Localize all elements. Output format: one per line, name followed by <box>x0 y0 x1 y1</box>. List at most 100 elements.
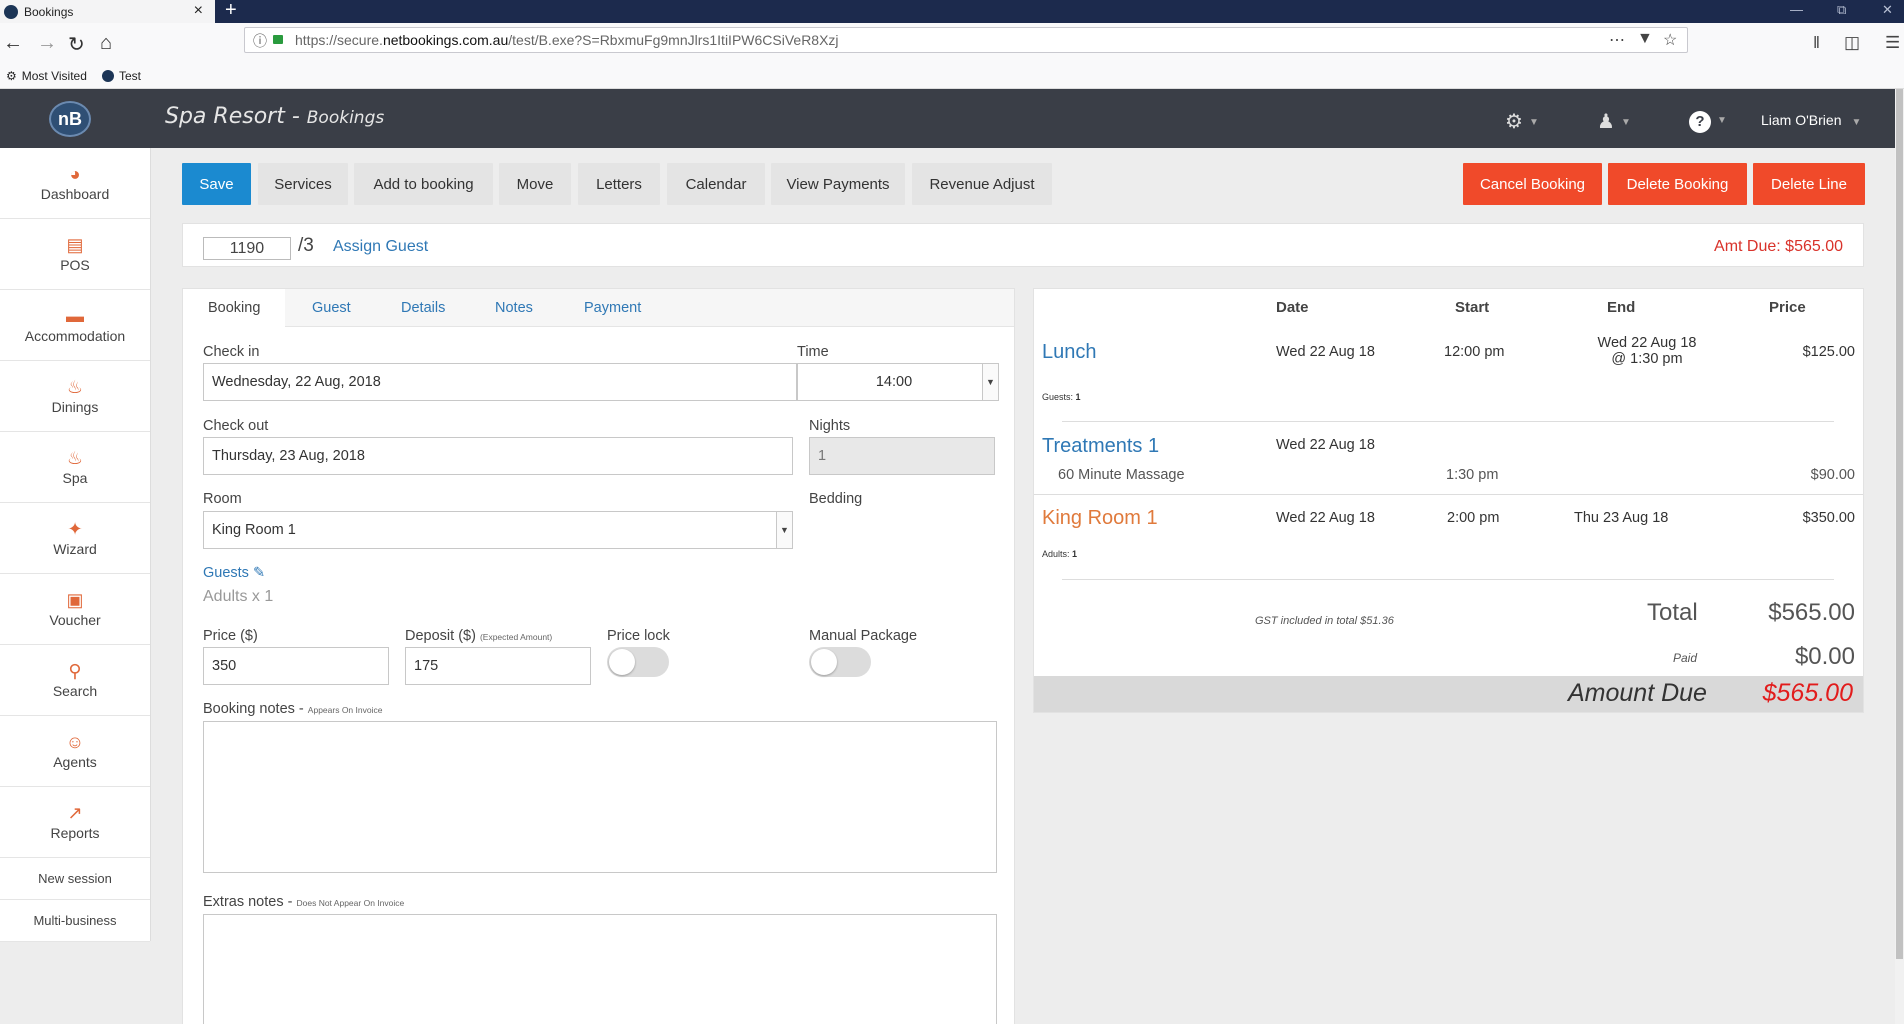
price-lock-toggle[interactable] <box>607 647 669 677</box>
add-to-booking-button[interactable]: Add to booking <box>354 163 493 205</box>
library-icon[interactable]: ‖ <box>1813 33 1820 53</box>
room-select[interactable]: King Room 1 ▼ <box>203 511 793 549</box>
spa-icon: ♨ <box>66 448 84 468</box>
pocket-icon[interactable]: ▼ <box>1637 30 1653 48</box>
page-title: Spa Resort - Bookings <box>165 104 385 129</box>
room-item-title[interactable]: King Room 1 <box>1042 507 1158 530</box>
calendar-button[interactable]: Calendar <box>667 163 765 205</box>
price-field[interactable]: 350 <box>203 647 389 685</box>
sidebar-item-dashboard[interactable]: ◕ Dashboard <box>0 148 150 219</box>
treatment-service: 60 Minute Massage <box>1058 467 1185 483</box>
sidebar-item-reports[interactable]: ↗ Reports <box>0 787 150 858</box>
bookmarks-bar: ⚙ Most Visited Test <box>0 65 1904 89</box>
delete-line-button[interactable]: Delete Line <box>1753 163 1865 205</box>
bookmark-test[interactable]: Test <box>102 69 141 83</box>
booking-number-input[interactable]: 1190 <box>203 237 291 260</box>
view-payments-button[interactable]: View Payments <box>771 163 905 205</box>
forward-icon[interactable]: → <box>37 32 57 55</box>
sidebar-item-agents[interactable]: ☺ Agents <box>0 716 150 787</box>
new-tab-button[interactable]: + <box>225 0 237 22</box>
sidebar-item-accommodation[interactable]: ▬ Accommodation <box>0 290 150 361</box>
bookmark-most-visited[interactable]: ⚙ Most Visited <box>6 69 87 83</box>
page-actions-icon[interactable]: ⋯ <box>1609 30 1625 50</box>
revenue-adjust-button[interactable]: Revenue Adjust <box>912 163 1052 205</box>
divider <box>1034 494 1863 495</box>
lunch-end: Wed 22 Aug 18 @ 1:30 pm <box>1597 335 1697 367</box>
header-start: Start <box>1455 299 1490 316</box>
help-icon: ? <box>1689 111 1711 133</box>
cancel-booking-button[interactable]: Cancel Booking <box>1463 163 1602 205</box>
save-button[interactable]: Save <box>182 163 251 205</box>
room-label: Room <box>203 491 242 507</box>
page-scrollbar[interactable] <box>1895 89 1904 1024</box>
favicon-icon <box>4 4 18 19</box>
restore-icon[interactable]: ⧉ <box>1837 2 1846 18</box>
sidebar-item-dinings[interactable]: ♨ Dinings <box>0 361 150 432</box>
tab-booking[interactable]: Booking <box>183 289 286 327</box>
header-date: Date <box>1276 299 1309 316</box>
close-window-icon[interactable]: ✕ <box>1882 2 1893 18</box>
gear-icon: ⚙ <box>6 69 17 83</box>
extras-notes-textarea[interactable] <box>203 914 997 1024</box>
guests-link[interactable]: Guests ✎ <box>203 565 265 581</box>
person-icon: ♟ <box>1597 111 1615 133</box>
manual-package-label: Manual Package <box>809 628 918 644</box>
scrollbar-thumb[interactable] <box>1896 89 1903 959</box>
netbookings-icon <box>102 70 114 82</box>
menu-icon[interactable]: ☰ <box>1885 33 1900 53</box>
url-bar[interactable]: ⓘ https://secure.netbookings.com.au/test… <box>244 27 1688 53</box>
sidebar-multi-business[interactable]: Multi-business <box>0 900 150 942</box>
tab-notes[interactable]: Notes <box>495 289 533 327</box>
time-label: Time <box>797 344 829 360</box>
settings-menu[interactable]: ⚙ ▼ <box>1505 109 1539 134</box>
back-icon[interactable]: ← <box>3 32 23 55</box>
price-lock-label: Price lock <box>607 628 670 644</box>
minimize-icon[interactable]: — <box>1790 2 1803 17</box>
total-label: Total <box>1647 599 1698 626</box>
delete-booking-button[interactable]: Delete Booking <box>1608 163 1747 205</box>
help-menu[interactable]: ? ▼ <box>1689 109 1727 133</box>
sidebar-item-search[interactable]: ⚲ Search <box>0 645 150 716</box>
browser-tab[interactable]: Bookings × <box>0 0 215 23</box>
tab-guest[interactable]: Guest <box>312 289 351 327</box>
lunch-price: $125.00 <box>1802 344 1855 360</box>
sidebar-item-wizard[interactable]: ✦ Wizard <box>0 503 150 574</box>
app-logo[interactable]: nB <box>49 101 91 137</box>
check-in-field[interactable]: Wednesday, 22 Aug, 2018 <box>203 363 797 401</box>
extras-notes-label: Extras notes - Does Not Appear On Invoic… <box>203 894 405 910</box>
deposit-field[interactable]: 175 <box>405 647 591 685</box>
home-icon[interactable]: ⌂ <box>100 32 112 55</box>
time-select[interactable]: 14:00 ▼ <box>797 363 999 401</box>
tab-payment[interactable]: Payment <box>584 289 641 327</box>
close-tab-icon[interactable]: × <box>194 2 203 20</box>
check-out-field[interactable]: Thursday, 23 Aug, 2018 <box>203 437 793 475</box>
staff-menu[interactable]: ♟ ▼ <box>1597 109 1631 134</box>
move-button[interactable]: Move <box>499 163 571 205</box>
services-button[interactable]: Services <box>258 163 348 205</box>
sidebar-new-session[interactable]: New session <box>0 858 150 900</box>
amount-due-bar: Amount Due $565.00 <box>1034 676 1863 712</box>
adults-count: Adults x 1 <box>203 588 274 605</box>
sidebar-toggle-icon[interactable]: ◫ <box>1844 33 1860 53</box>
tab-details[interactable]: Details <box>401 289 445 327</box>
bookmark-star-icon[interactable]: ☆ <box>1663 30 1677 50</box>
treatments-item-title[interactable]: Treatments 1 <box>1042 435 1159 458</box>
booking-number-bar: 1190 /3 Assign Guest Amt Due: $565.00 <box>182 223 1864 267</box>
dining-icon: ♨ <box>66 377 84 397</box>
user-menu[interactable]: Liam O'Brien ▼ <box>1761 112 1861 128</box>
sidebar-item-spa[interactable]: ♨ Spa <box>0 432 150 503</box>
lunch-item-title[interactable]: Lunch <box>1042 341 1097 364</box>
tab-title: Bookings <box>24 4 74 19</box>
reload-icon[interactable]: ↻ <box>68 32 85 57</box>
assign-guest-link[interactable]: Assign Guest <box>333 238 428 256</box>
search-icon: ⚲ <box>68 661 82 681</box>
chevron-down-icon: ▼ <box>1851 117 1862 128</box>
sidebar: ◕ Dashboard ▤ POS ▬ Accommodation ♨ Dinings … <box>0 148 151 942</box>
sidebar-item-voucher[interactable]: ▣ Voucher <box>0 574 150 645</box>
letters-button[interactable]: Letters <box>578 163 660 205</box>
info-icon[interactable]: ⓘ <box>253 31 267 51</box>
booking-notes-label: Booking notes - Appears On Invoice <box>203 701 383 717</box>
manual-package-toggle[interactable] <box>809 647 871 677</box>
booking-notes-textarea[interactable] <box>203 721 997 873</box>
sidebar-item-pos[interactable]: ▤ POS <box>0 219 150 290</box>
